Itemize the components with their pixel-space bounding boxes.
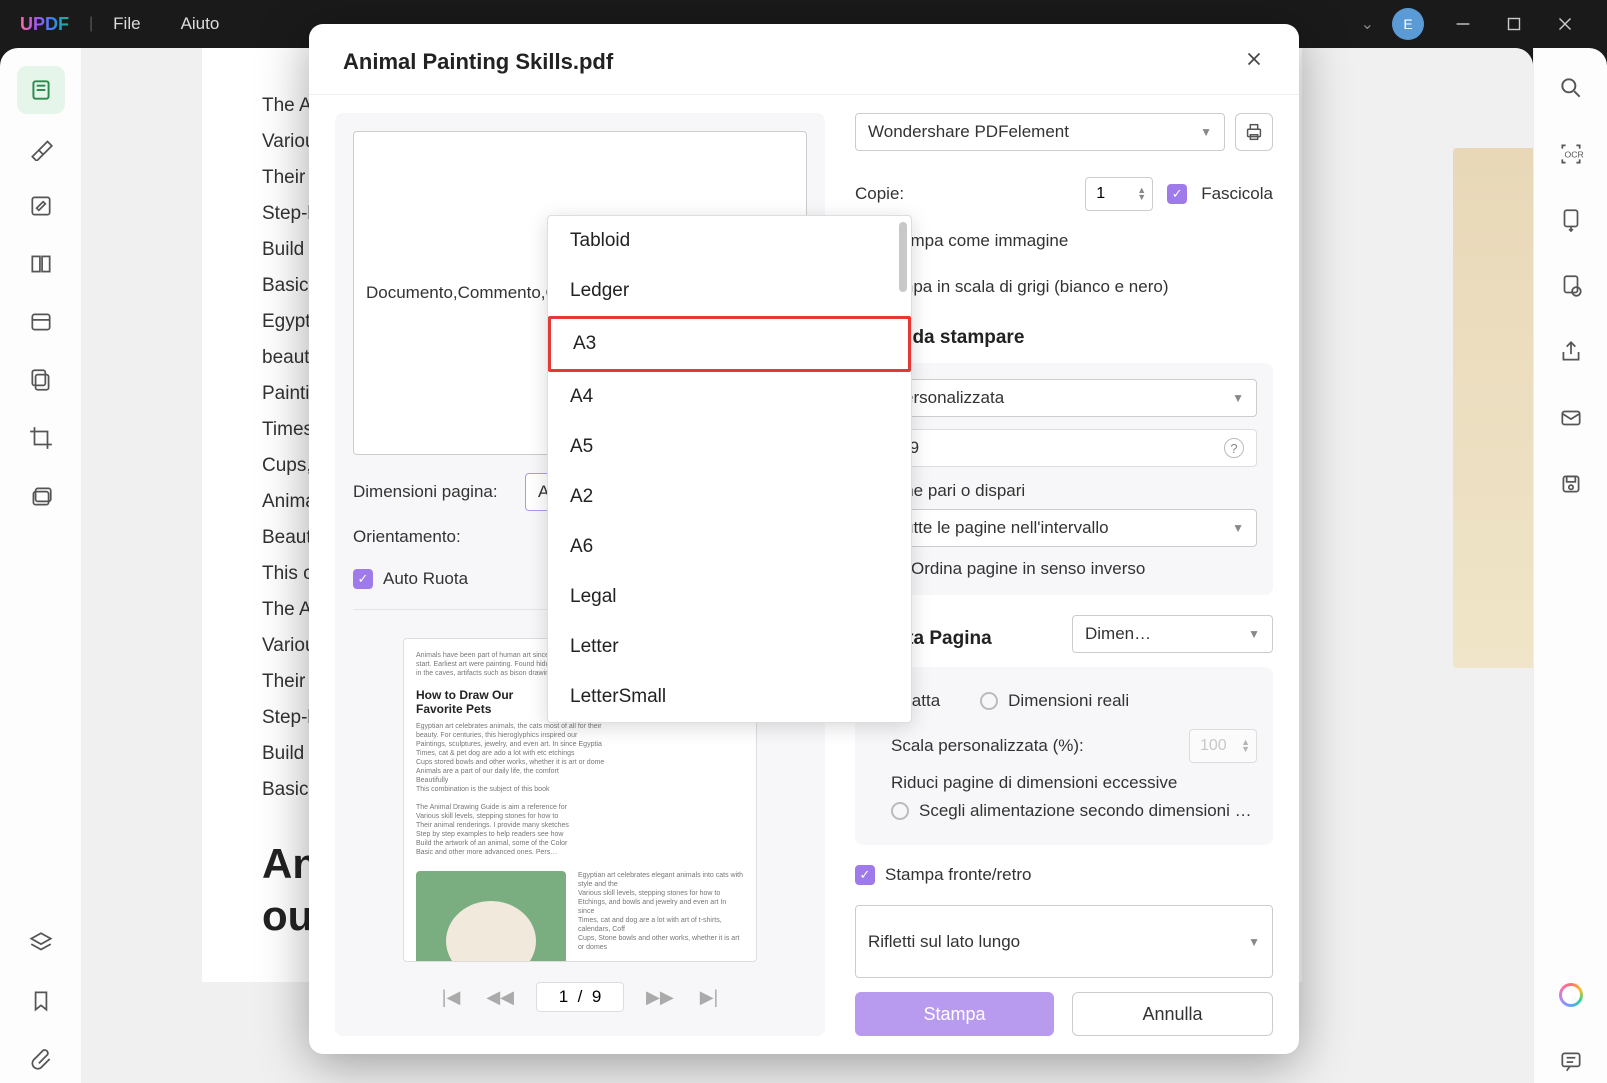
page-size-option[interactable]: Ledger (548, 266, 911, 316)
page-range-type-select[interactable]: ersonalizzata▼ (871, 379, 1257, 417)
scale-label: Scala personalizzata (%): (891, 736, 1177, 756)
printer-properties-button[interactable] (1235, 113, 1273, 151)
printer-select[interactable]: Wondershare PDFelement▼ (855, 113, 1225, 151)
page-size-option[interactable]: LetterSmall (548, 672, 911, 722)
print-as-image-label: Stampa come immagine (885, 231, 1068, 251)
print-button[interactable]: Stampa (855, 992, 1054, 1036)
duplex-label: Stampa fronte/retro (885, 865, 1031, 885)
page-size-dropdown: TabloidLedgerA3A4A5A2A6LegalLetterLetter… (547, 215, 912, 723)
grayscale-label: tampa in scala di grigi (bianco e nero) (885, 277, 1168, 297)
dialog-title: Animal Painting Skills.pdf (343, 49, 613, 75)
paper-source-radio[interactable] (891, 802, 909, 820)
page-size-option[interactable]: Letter (548, 622, 911, 672)
layout-mode-select[interactable]: Dimen…▼ (1072, 615, 1273, 653)
reverse-label: Ordina pagine in senso inverso (911, 559, 1257, 579)
pager-prev-button[interactable]: ◀◀ (482, 983, 518, 1012)
paper-source-label: Scegli alimentazione secondo dimensioni … (919, 801, 1252, 821)
actual-label: Dimensioni reali (1008, 691, 1129, 711)
odd-even-label: gine pari o dispari (891, 481, 1257, 501)
pager-first-button[interactable]: |◀ (438, 983, 465, 1012)
actual-size-radio[interactable] (980, 692, 998, 710)
scale-input[interactable]: 100 ▲▼ (1189, 729, 1257, 763)
cancel-button[interactable]: Annulla (1072, 992, 1273, 1036)
shrink-label: Riduci pagine di dimensioni eccessive (891, 773, 1177, 793)
dropdown-scrollbar[interactable] (899, 222, 907, 292)
collate-checkbox[interactable]: ✓ (1167, 184, 1187, 204)
odd-even-select[interactable]: utte le pagine nell'intervallo▼ (871, 509, 1257, 547)
dialog-close-button[interactable] (1243, 48, 1265, 76)
page-range-input[interactable]: -9 ? (871, 429, 1257, 467)
print-right-panel: Wondershare PDFelement▼ Copie: 1 ▲▼ ✓ Fa… (855, 113, 1273, 1036)
auto-rotate-label: Auto Ruota (383, 569, 468, 589)
pages-section-title: ne da stampare (885, 327, 1273, 349)
page-size-option[interactable]: A5 (548, 422, 911, 472)
page-size-label: Dimensioni pagina: (353, 482, 513, 502)
duplex-checkbox[interactable]: ✓ (855, 865, 875, 885)
duplex-mode-select[interactable]: Rifletti sul lato lungo▼ (855, 905, 1273, 978)
page-size-option[interactable]: Legal (548, 572, 911, 622)
preview-pager: |◀ ◀◀ 1 / 9 ▶▶ ▶| (353, 976, 807, 1018)
orientation-label: Orientamento: (353, 527, 513, 547)
auto-rotate-checkbox[interactable]: ✓ (353, 569, 373, 589)
pager-next-button[interactable]: ▶▶ (642, 983, 678, 1012)
copies-label: Copie: (855, 184, 1071, 204)
page-size-option[interactable]: Tabloid (548, 216, 911, 266)
help-icon[interactable]: ? (1224, 438, 1244, 458)
page-size-option[interactable]: A2 (548, 472, 911, 522)
page-size-option[interactable]: A4 (548, 372, 911, 422)
page-size-option[interactable]: A6 (548, 522, 911, 572)
collate-label: Fascicola (1201, 184, 1273, 204)
pager-last-button[interactable]: ▶| (696, 983, 723, 1012)
page-size-option[interactable]: A3 (548, 316, 911, 372)
pager-page-display[interactable]: 1 / 9 (536, 982, 624, 1012)
copies-input[interactable]: 1 ▲▼ (1085, 177, 1153, 211)
